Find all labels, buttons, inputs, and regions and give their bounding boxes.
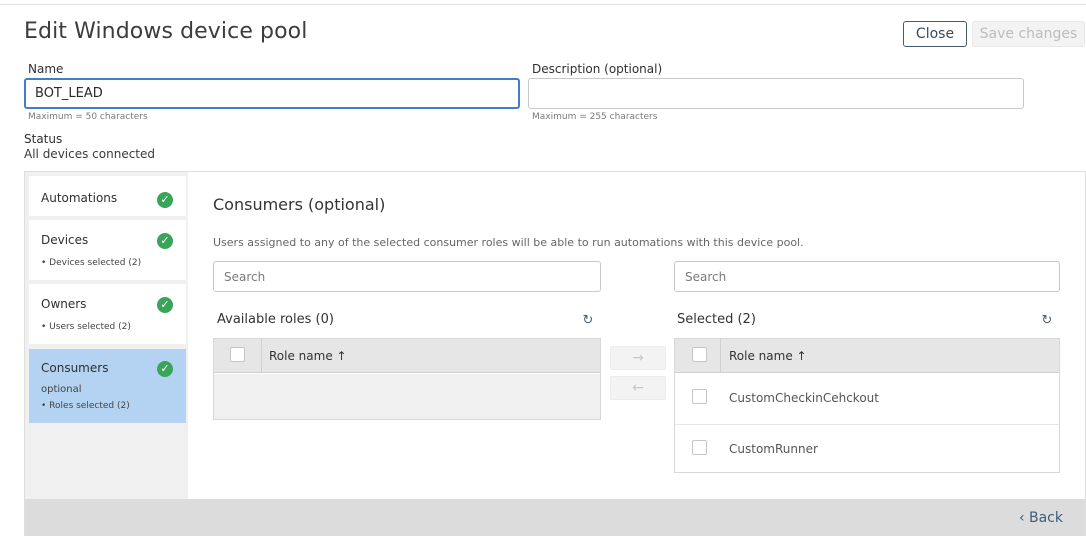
step-summary: • Roles selected (2): [41, 401, 130, 411]
row-checkbox[interactable]: [692, 389, 707, 404]
selected-search-input[interactable]: [674, 261, 1060, 292]
back-button[interactable]: ‹ Back: [1019, 510, 1063, 526]
table-header: Role name ↑: [675, 339, 1059, 373]
role-name-cell: CustomRunner: [729, 442, 818, 456]
check-circle-icon: ✓: [157, 233, 173, 249]
step-title: Devices: [41, 233, 89, 247]
page-title: Edit Windows device pool: [24, 19, 308, 44]
empty-table-body: [214, 374, 600, 419]
step-summary: • Devices selected (2): [41, 258, 142, 268]
wizard-panel: Automations ✓ Devices • Devices selected…: [24, 171, 1086, 536]
wizard-footer: ‹ Back: [25, 499, 1085, 536]
steps-sidebar: Automations ✓ Devices • Devices selected…: [25, 172, 188, 499]
section-description: Users assigned to any of the selected co…: [213, 236, 804, 249]
check-circle-icon: ✓: [157, 361, 173, 377]
row-checkbox[interactable]: [692, 440, 707, 455]
select-all-checkbox[interactable]: [230, 347, 245, 362]
step-title: Consumers: [41, 361, 109, 375]
table-row[interactable]: CustomCheckinCehckout: [675, 374, 1059, 425]
move-left-button[interactable]: ←: [610, 376, 666, 400]
name-hint: Maximum = 50 characters: [28, 112, 148, 122]
step-summary: • Users selected (2): [41, 322, 131, 332]
column-divider: [261, 339, 262, 373]
description-hint: Maximum = 255 characters: [532, 112, 658, 122]
role-name-cell: CustomCheckinCehckout: [729, 391, 879, 405]
available-roles-table: Role name ↑: [213, 338, 601, 420]
step-devices[interactable]: Devices • Devices selected (2) ✓: [29, 220, 186, 280]
available-search-input[interactable]: [213, 261, 601, 292]
step-title: Owners: [41, 297, 87, 311]
selected-roles-title: Selected (2): [677, 312, 756, 327]
step-owners[interactable]: Owners • Users selected (2) ✓: [29, 284, 186, 344]
top-divider: [0, 4, 1086, 5]
selected-roles-table: Role name ↑ CustomCheckinCehckout Custom…: [674, 338, 1060, 473]
description-field[interactable]: [528, 78, 1024, 109]
status-label: Status: [24, 132, 63, 146]
move-right-button[interactable]: →: [610, 346, 666, 370]
check-circle-icon: ✓: [157, 297, 173, 313]
column-header-role-name[interactable]: Role name ↑: [729, 349, 807, 363]
step-consumers[interactable]: Consumers optional • Roles selected (2) …: [29, 349, 186, 423]
step-automations[interactable]: Automations ✓: [29, 176, 186, 216]
step-optional-tag: optional: [41, 384, 82, 395]
available-roles-title: Available roles (0): [217, 312, 334, 327]
name-label: Name: [28, 62, 64, 76]
check-circle-icon: ✓: [157, 192, 173, 208]
table-header: Role name ↑: [214, 339, 600, 373]
refresh-icon[interactable]: ↻: [581, 314, 595, 328]
select-all-checkbox[interactable]: [692, 347, 707, 362]
name-field[interactable]: [24, 78, 520, 109]
description-label: Description (optional): [532, 62, 663, 76]
save-changes-button[interactable]: Save changes: [972, 21, 1085, 47]
table-row[interactable]: CustomRunner: [675, 425, 1059, 476]
column-header-role-name[interactable]: Role name ↑: [269, 349, 347, 363]
column-divider: [720, 339, 721, 373]
step-title: Automations: [41, 191, 118, 205]
status-value: All devices connected: [24, 147, 156, 161]
close-button[interactable]: Close: [903, 21, 967, 47]
section-title: Consumers (optional): [213, 195, 386, 214]
refresh-icon[interactable]: ↻: [1040, 314, 1054, 328]
